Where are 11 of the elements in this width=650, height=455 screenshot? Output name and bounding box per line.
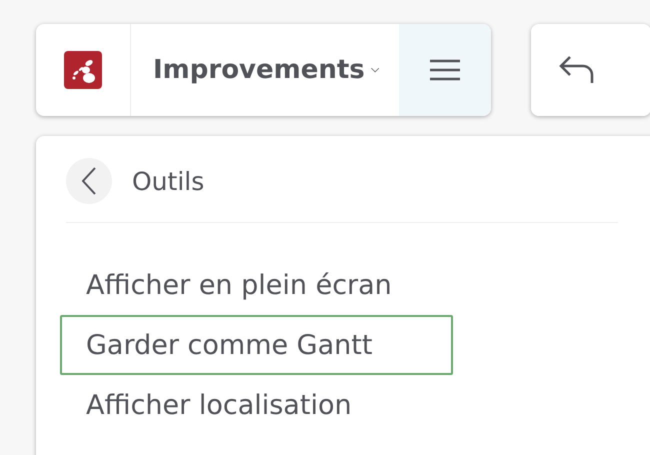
menu-item[interactable]: Garder comme Gantt: [60, 315, 453, 375]
project-dropdown[interactable]: Improvements: [131, 24, 399, 116]
logo-icon: [64, 51, 102, 89]
back-button[interactable]: [66, 158, 112, 204]
chevron-left-icon: [82, 167, 96, 195]
undo-icon: [559, 55, 595, 85]
menu-item[interactable]: Afficher en plein écran: [60, 255, 453, 315]
menu-icon: [430, 59, 460, 81]
menu-button[interactable]: [399, 24, 491, 116]
menu-title: Outils: [132, 166, 204, 196]
menu-item[interactable]: Afficher localisation: [60, 375, 453, 435]
